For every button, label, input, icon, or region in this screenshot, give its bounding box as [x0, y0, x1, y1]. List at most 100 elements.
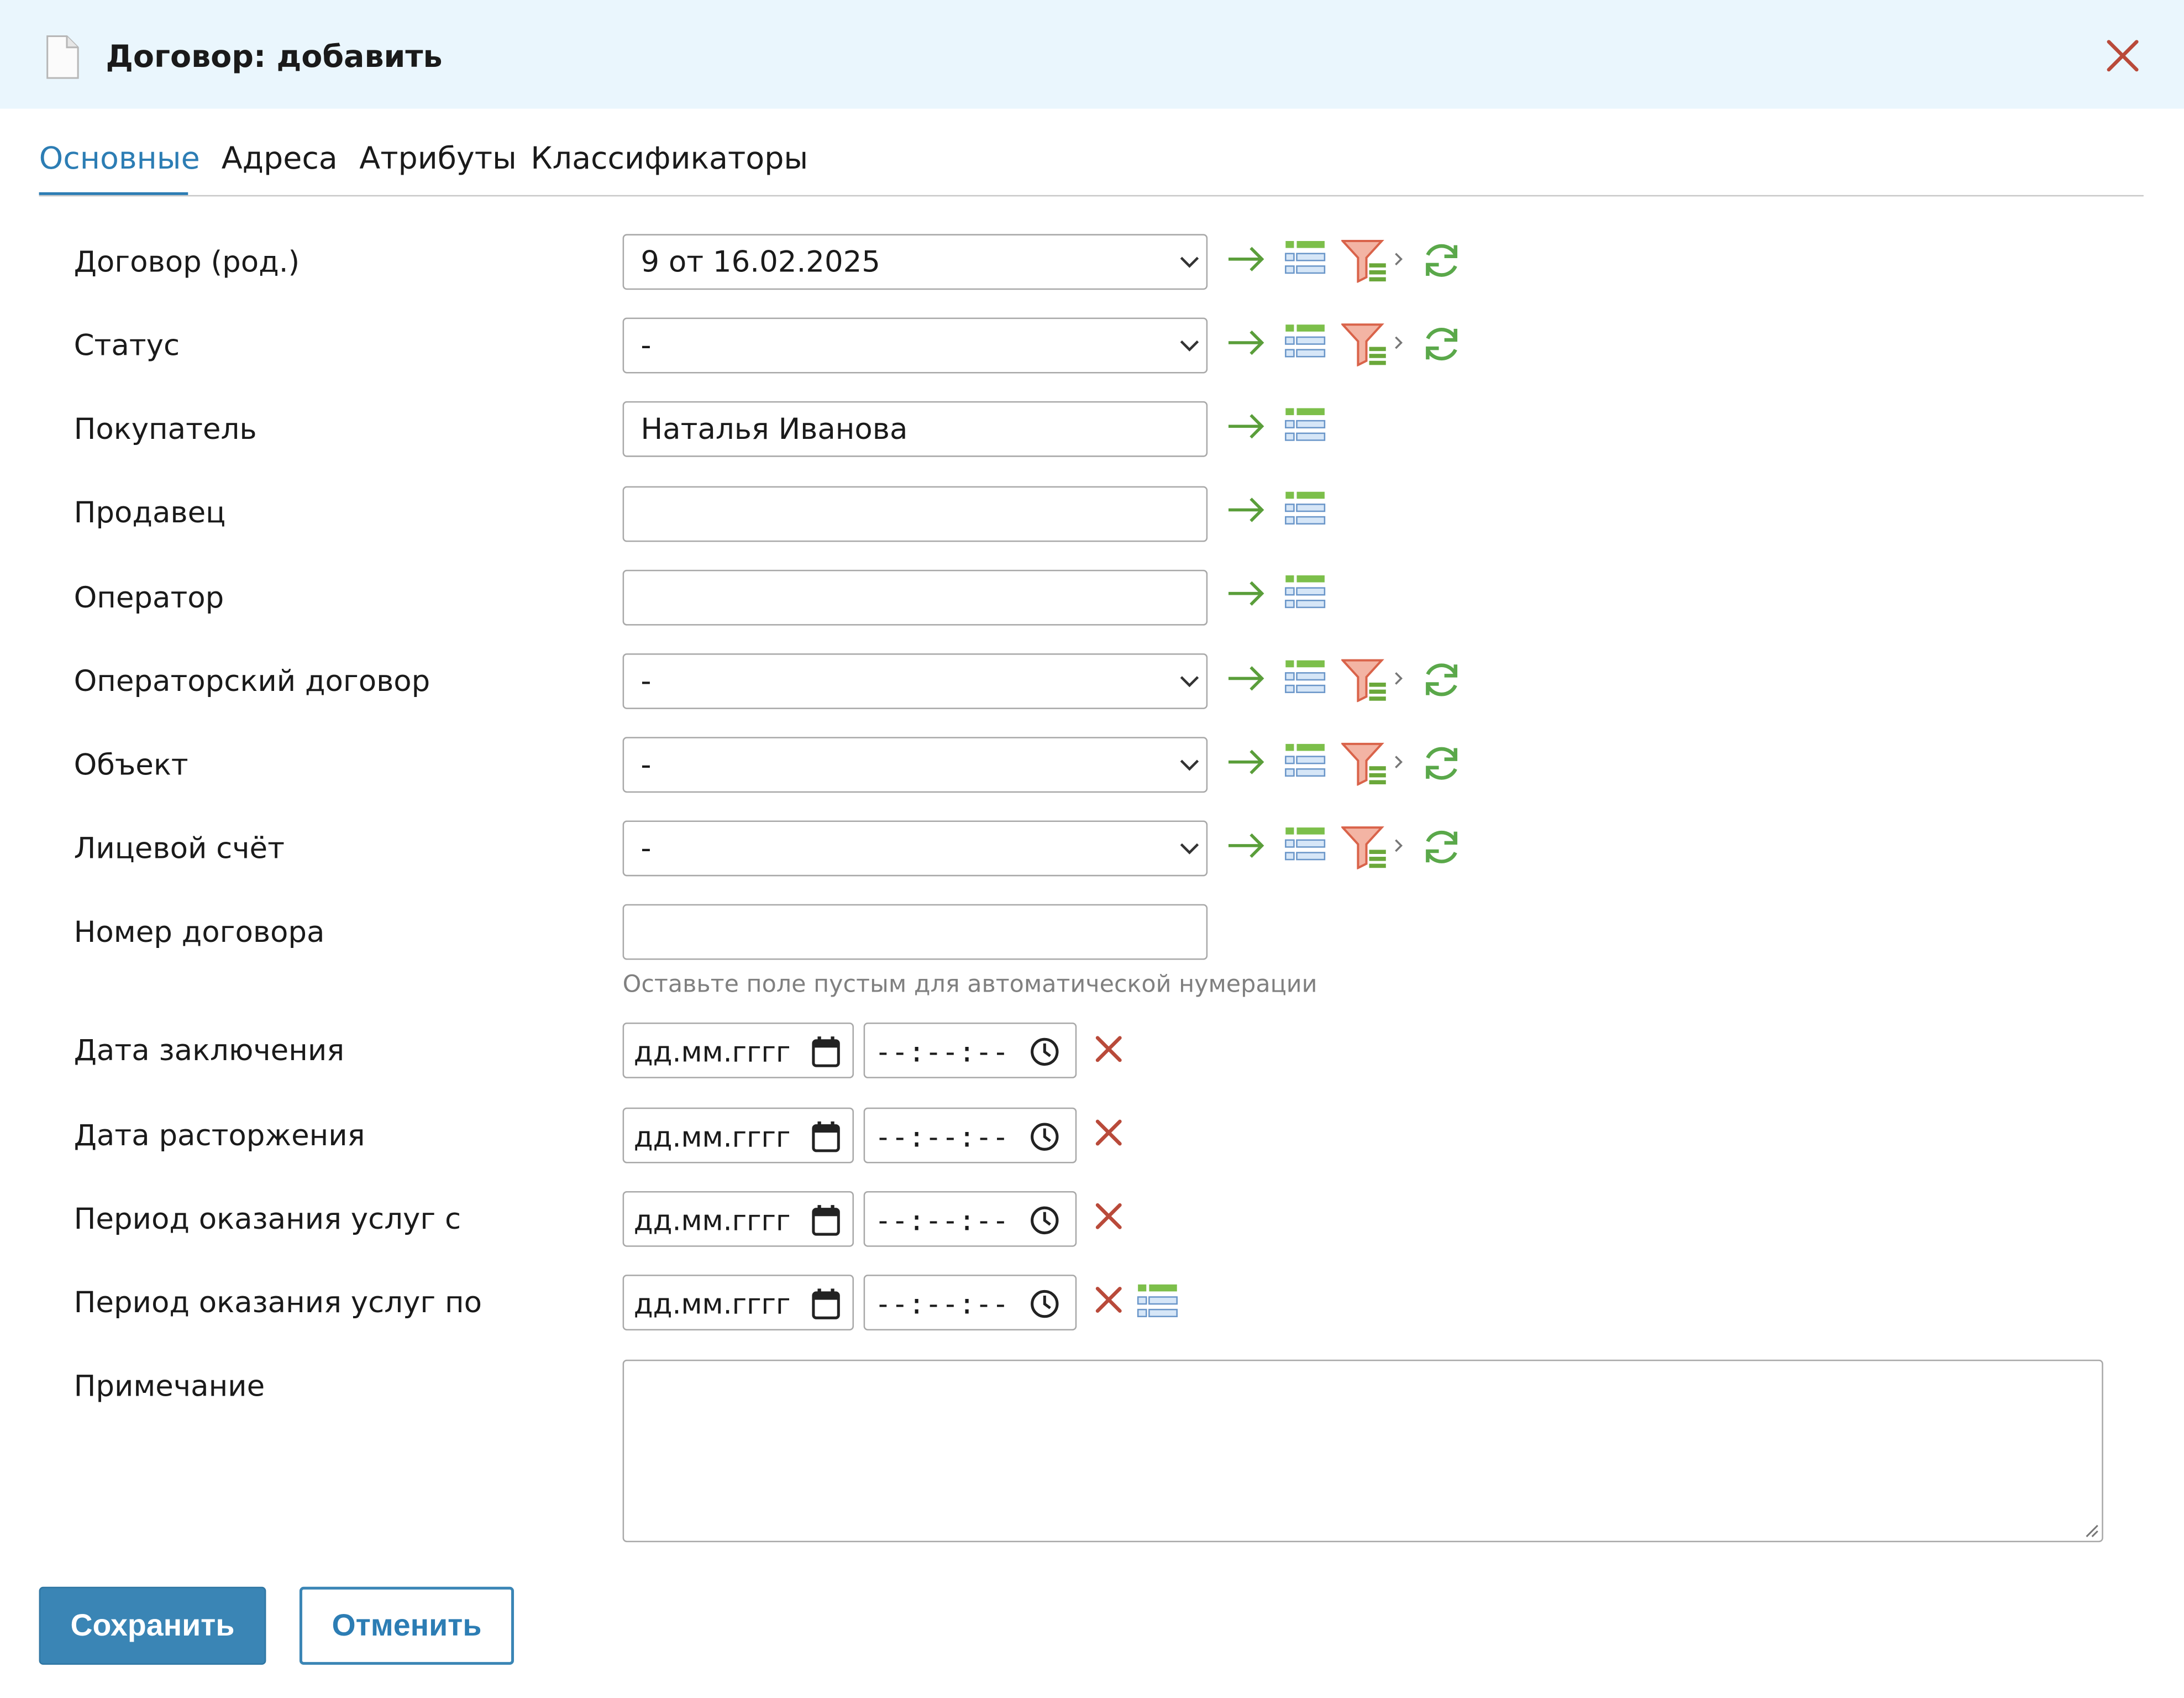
tab-classifiers[interactable]: Классификаторы: [531, 139, 808, 181]
date-placeholder: дд.мм.гггг: [633, 1035, 791, 1069]
tab-attributes[interactable]: Атрибуты: [359, 139, 517, 181]
clock-icon[interactable]: [1030, 1288, 1060, 1319]
chevron-right-icon[interactable]: [1393, 741, 1404, 789]
tab-main[interactable]: Основные: [39, 139, 200, 181]
refresh-icon[interactable]: [1419, 825, 1464, 875]
filter-icon[interactable]: [1340, 825, 1389, 875]
object-value: -: [641, 748, 652, 782]
list-icon[interactable]: [1284, 322, 1326, 369]
account-select[interactable]: -: [622, 820, 1208, 877]
calendar-icon[interactable]: [811, 1120, 841, 1153]
dialog-title: Договор: добавить: [106, 40, 443, 76]
chevron-down-icon: [1180, 340, 1199, 352]
clear-icon[interactable]: [1094, 1034, 1124, 1064]
seller-input[interactable]: [622, 486, 1208, 542]
list-icon[interactable]: [1284, 573, 1326, 620]
clear-icon[interactable]: [1094, 1201, 1124, 1231]
time-placeholder: --:--:--: [874, 1287, 1009, 1321]
contract-number-hint: Оставьте поле пустым для автоматической …: [622, 971, 1317, 999]
calendar-icon[interactable]: [811, 1204, 841, 1237]
period-from-date-input[interactable]: дд.мм.гггг: [622, 1191, 854, 1247]
arrow-right-icon[interactable]: [1226, 489, 1268, 537]
filter-icon[interactable]: [1340, 322, 1389, 372]
chevron-down-icon: [1180, 759, 1199, 771]
note-textarea[interactable]: [622, 1359, 2103, 1543]
operator-label: Оператор: [74, 581, 224, 615]
resize-handle-icon[interactable]: [2082, 1521, 2099, 1538]
object-label: Объект: [74, 748, 188, 782]
arrow-right-icon[interactable]: [1226, 741, 1268, 789]
contract-parent-select[interactable]: 9 от 16.02.2025: [622, 234, 1208, 290]
list-icon[interactable]: [1137, 1282, 1179, 1329]
filter-icon[interactable]: [1340, 238, 1389, 289]
operator-contract-select[interactable]: -: [622, 653, 1208, 709]
period-to-date-input[interactable]: дд.мм.гггг: [622, 1275, 854, 1330]
buyer-input[interactable]: Наталья Иванова: [622, 401, 1208, 457]
date-terminated-time-input[interactable]: --:--:--: [863, 1107, 1077, 1164]
arrow-right-icon[interactable]: [1226, 405, 1268, 453]
chevron-right-icon[interactable]: [1393, 238, 1404, 286]
close-icon[interactable]: [2103, 36, 2143, 76]
calendar-icon[interactable]: [811, 1035, 841, 1068]
clear-icon[interactable]: [1094, 1285, 1124, 1315]
contract-number-input[interactable]: [622, 904, 1208, 960]
refresh-icon[interactable]: [1419, 658, 1464, 708]
save-button[interactable]: Сохранить: [39, 1586, 266, 1665]
filter-icon[interactable]: [1340, 741, 1389, 792]
chevron-down-icon: [1180, 843, 1199, 855]
chevron-right-icon[interactable]: [1393, 658, 1404, 705]
date-placeholder: дд.мм.гггг: [633, 1203, 791, 1238]
document-icon: [46, 35, 79, 79]
arrow-right-icon[interactable]: [1226, 238, 1268, 286]
seller-label: Продавец: [74, 496, 226, 530]
account-label: Лицевой счёт: [74, 831, 285, 866]
chevron-right-icon[interactable]: [1393, 322, 1404, 369]
list-icon[interactable]: [1284, 489, 1326, 537]
status-value: -: [641, 328, 652, 363]
object-select[interactable]: -: [622, 737, 1208, 793]
refresh-icon[interactable]: [1419, 238, 1464, 289]
cancel-button[interactable]: Отменить: [299, 1586, 514, 1665]
period-from-time-input[interactable]: --:--:--: [863, 1191, 1077, 1247]
arrow-right-icon[interactable]: [1226, 573, 1268, 620]
date-placeholder: дд.мм.гггг: [633, 1287, 791, 1321]
date-terminated-date-input[interactable]: дд.мм.гггг: [622, 1107, 854, 1164]
date-signed-time-input[interactable]: --:--:--: [863, 1022, 1077, 1078]
chevron-down-icon: [1180, 256, 1199, 268]
buyer-value: Наталья Иванова: [641, 412, 908, 446]
filter-icon[interactable]: [1340, 658, 1389, 708]
chevron-down-icon: [1180, 676, 1199, 688]
clock-icon[interactable]: [1030, 1121, 1060, 1152]
chevron-right-icon[interactable]: [1393, 825, 1404, 872]
account-value: -: [641, 831, 652, 866]
tab-bar: Основные Адреса Атрибуты Классификаторы: [39, 134, 2144, 197]
date-signed-label: Дата заключения: [74, 1034, 345, 1067]
date-terminated-label: Дата расторжения: [74, 1118, 365, 1152]
contract-number-label: Номер договора: [74, 915, 325, 949]
contract-parent-label: Договор (род.): [74, 245, 300, 279]
arrow-right-icon[interactable]: [1226, 825, 1268, 872]
arrow-right-icon[interactable]: [1226, 322, 1268, 369]
status-select[interactable]: -: [622, 317, 1208, 374]
clear-icon[interactable]: [1094, 1117, 1124, 1147]
status-label: Статус: [74, 328, 180, 363]
list-icon[interactable]: [1284, 405, 1326, 453]
refresh-icon[interactable]: [1419, 322, 1464, 372]
calendar-icon[interactable]: [811, 1287, 841, 1320]
tab-addresses[interactable]: Адреса: [222, 139, 338, 181]
list-icon[interactable]: [1284, 658, 1326, 705]
date-signed-date-input[interactable]: дд.мм.гггг: [622, 1022, 854, 1078]
contract-parent-value: 9 от 16.02.2025: [641, 245, 880, 279]
list-icon[interactable]: [1284, 741, 1326, 789]
time-placeholder: --:--:--: [874, 1035, 1009, 1069]
period-to-time-input[interactable]: --:--:--: [863, 1275, 1077, 1330]
time-placeholder: --:--:--: [874, 1203, 1009, 1238]
arrow-right-icon[interactable]: [1226, 658, 1268, 705]
clock-icon[interactable]: [1030, 1205, 1060, 1235]
period-to-label: Период оказания услуг по: [74, 1286, 482, 1319]
operator-input[interactable]: [622, 569, 1208, 626]
list-icon[interactable]: [1284, 825, 1326, 872]
clock-icon[interactable]: [1030, 1036, 1060, 1067]
list-icon[interactable]: [1284, 238, 1326, 286]
refresh-icon[interactable]: [1419, 741, 1464, 792]
